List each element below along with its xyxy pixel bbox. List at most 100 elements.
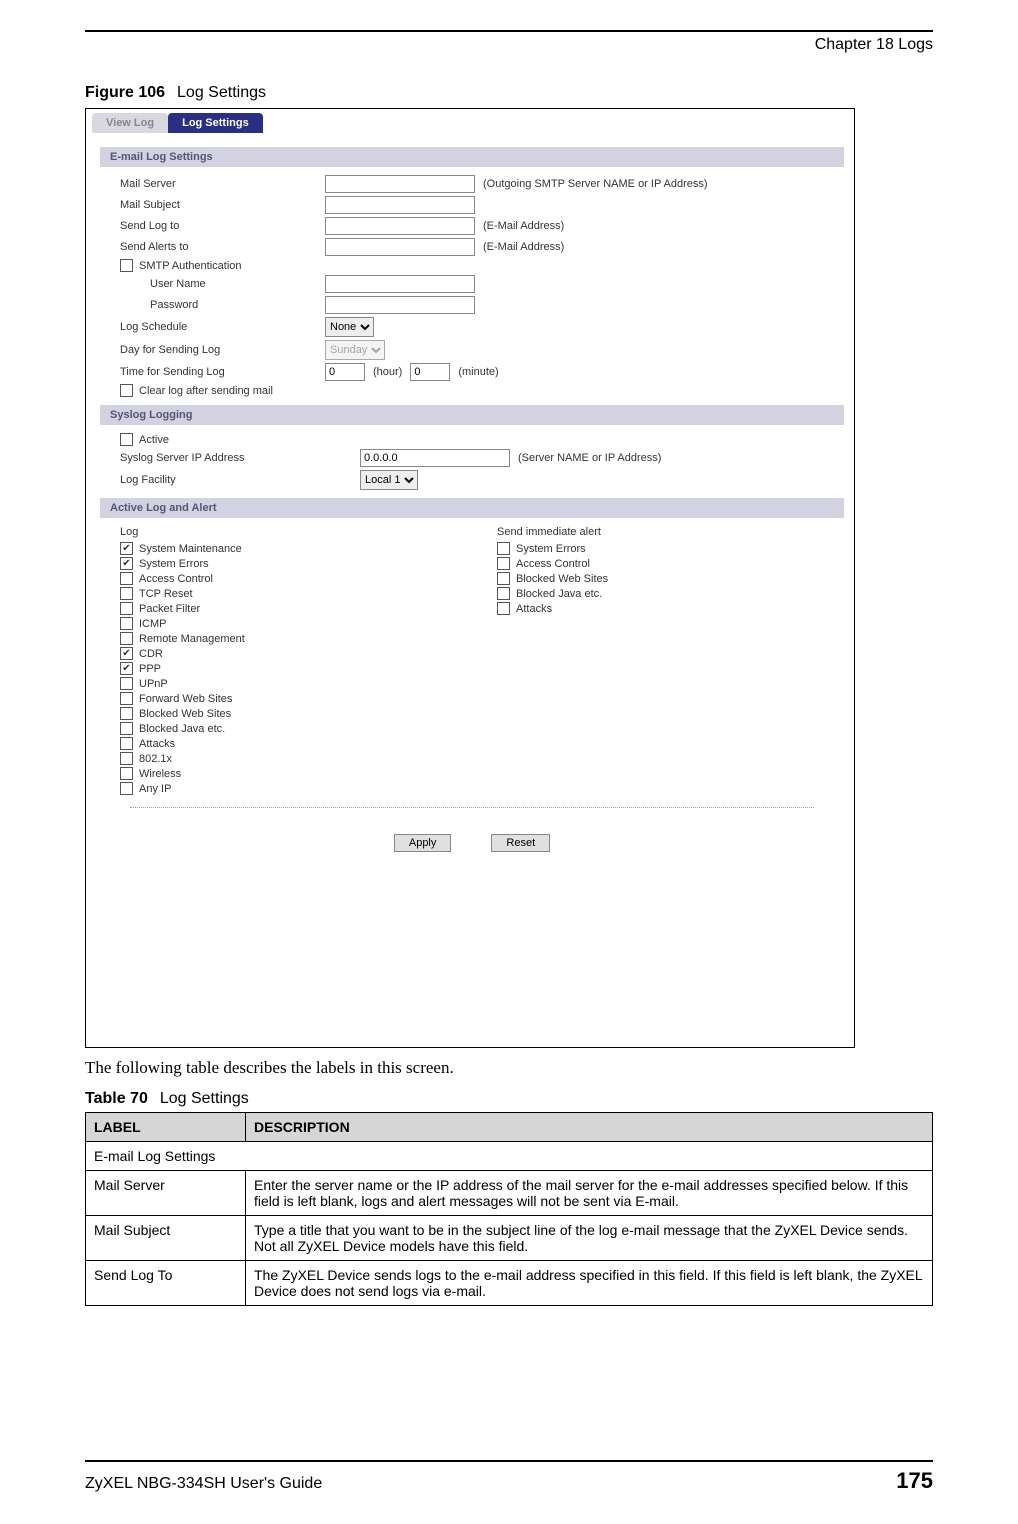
syslog-active-checkbox[interactable]	[120, 433, 133, 446]
table-cell-desc: The ZyXEL Device sends logs to the e-mai…	[246, 1261, 933, 1306]
syslog-server-input[interactable]	[360, 449, 510, 467]
figure-title: Log Settings	[177, 84, 266, 101]
tab-log-settings[interactable]: Log Settings	[168, 113, 263, 133]
log-item-checkbox[interactable]	[120, 587, 133, 600]
log-item-checkbox[interactable]	[120, 647, 133, 660]
footer-guide: ZyXEL NBG-334SH User's Guide	[85, 1475, 322, 1493]
table-row: Mail ServerEnter the server name or the …	[86, 1171, 933, 1216]
log-item-checkbox[interactable]	[120, 752, 133, 765]
mail-subject-input[interactable]	[325, 196, 475, 214]
log-item: Blocked Web Sites	[120, 707, 467, 720]
log-item-checkbox[interactable]	[120, 662, 133, 675]
password-input[interactable]	[325, 296, 475, 314]
log-item: Blocked Java etc.	[120, 722, 467, 735]
log-item: Forward Web Sites	[120, 692, 467, 705]
table-header-label: LABEL	[86, 1113, 246, 1142]
log-item-checkbox[interactable]	[120, 692, 133, 705]
apply-button[interactable]: Apply	[394, 834, 452, 852]
username-label: User Name	[120, 278, 325, 290]
log-item-label: Attacks	[139, 738, 175, 750]
log-schedule-label: Log Schedule	[120, 321, 325, 333]
send-log-to-hint: (E-Mail Address)	[483, 220, 564, 232]
send-alerts-to-input[interactable]	[325, 238, 475, 256]
section-syslog: Syslog Logging	[100, 405, 844, 425]
log-item-label: Remote Management	[139, 633, 245, 645]
smtp-auth-label: SMTP Authentication	[139, 260, 242, 272]
syslog-server-label: Syslog Server IP Address	[120, 452, 360, 464]
description-table: LABEL DESCRIPTION E-mail Log SettingsMai…	[85, 1112, 933, 1306]
log-settings-screenshot: View Log Log Settings E-mail Log Setting…	[85, 108, 855, 1048]
log-item-checkbox[interactable]	[120, 722, 133, 735]
log-item: CDR	[120, 647, 467, 660]
syslog-facility-select[interactable]: Local 1	[360, 470, 418, 490]
log-item: Wireless	[120, 767, 467, 780]
alert-item-label: Attacks	[516, 603, 552, 615]
alert-item-label: Blocked Java etc.	[516, 588, 602, 600]
log-item-label: Blocked Java etc.	[139, 723, 225, 735]
send-log-to-input[interactable]	[325, 217, 475, 235]
log-item-checkbox[interactable]	[120, 782, 133, 795]
day-select[interactable]: Sunday	[325, 340, 385, 360]
alert-column: Send immediate alert System Errors Access…	[497, 526, 844, 797]
log-schedule-select[interactable]: None	[325, 317, 374, 337]
reset-button[interactable]: Reset	[491, 834, 550, 852]
table-row: E-mail Log Settings	[86, 1142, 933, 1171]
alert-item-checkbox[interactable]	[497, 542, 510, 555]
syslog-active-label: Active	[139, 434, 169, 446]
log-item: Attacks	[120, 737, 467, 750]
log-item-checkbox[interactable]	[120, 617, 133, 630]
clear-log-checkbox[interactable]	[120, 384, 133, 397]
time-hour-input[interactable]	[325, 363, 365, 381]
log-item-label: Wireless	[139, 768, 181, 780]
table-cell-desc: Type a title that you want to be in the …	[246, 1216, 933, 1261]
log-item: UPnP	[120, 677, 467, 690]
log-item-label: PPP	[139, 663, 161, 675]
log-item-label: Blocked Web Sites	[139, 708, 231, 720]
time-minute-input[interactable]	[410, 363, 450, 381]
alert-item: System Errors	[497, 542, 844, 555]
table-label: Table 70	[85, 1090, 148, 1107]
alert-item-label: System Errors	[516, 543, 586, 555]
log-item-checkbox[interactable]	[120, 707, 133, 720]
time-hour-suffix: (hour)	[373, 366, 402, 378]
log-item-checkbox[interactable]	[120, 632, 133, 645]
alert-item-checkbox[interactable]	[497, 587, 510, 600]
alert-item-checkbox[interactable]	[497, 572, 510, 585]
mail-subject-label: Mail Subject	[120, 199, 325, 211]
log-item-label: 802.1x	[139, 753, 172, 765]
password-label: Password	[120, 299, 325, 311]
table-cell-label: Mail Subject	[86, 1216, 246, 1261]
log-item-checkbox[interactable]	[120, 572, 133, 585]
smtp-auth-checkbox[interactable]	[120, 259, 133, 272]
log-item-checkbox[interactable]	[120, 602, 133, 615]
log-item-checkbox[interactable]	[120, 677, 133, 690]
table-cell-span: E-mail Log Settings	[86, 1142, 933, 1171]
send-alerts-to-hint: (E-Mail Address)	[483, 241, 564, 253]
table-cell-label: Send Log To	[86, 1261, 246, 1306]
mail-server-hint: (Outgoing SMTP Server NAME or IP Address…	[483, 178, 708, 190]
mail-server-input[interactable]	[325, 175, 475, 193]
alert-item-label: Access Control	[516, 558, 590, 570]
syslog-server-hint: (Server NAME or IP Address)	[518, 452, 661, 464]
log-column: Log System MaintenanceSystem ErrorsAcces…	[120, 526, 467, 797]
send-log-to-label: Send Log to	[120, 220, 325, 232]
log-item: PPP	[120, 662, 467, 675]
log-item: Remote Management	[120, 632, 467, 645]
log-item-checkbox[interactable]	[120, 737, 133, 750]
username-input[interactable]	[325, 275, 475, 293]
alert-item-checkbox[interactable]	[497, 557, 510, 570]
log-item-checkbox[interactable]	[120, 542, 133, 555]
alert-item-checkbox[interactable]	[497, 602, 510, 615]
log-item-checkbox[interactable]	[120, 557, 133, 570]
log-item-label: System Errors	[139, 558, 209, 570]
tab-view-log[interactable]: View Log	[92, 113, 168, 133]
page-number: 175	[896, 1468, 933, 1494]
alert-header: Send immediate alert	[497, 526, 844, 538]
log-item: 802.1x	[120, 752, 467, 765]
log-item-label: Packet Filter	[139, 603, 200, 615]
table-title: Log Settings	[160, 1090, 249, 1107]
log-item-checkbox[interactable]	[120, 767, 133, 780]
log-item-label: TCP Reset	[139, 588, 193, 600]
log-item-label: CDR	[139, 648, 163, 660]
mail-server-label: Mail Server	[120, 178, 325, 190]
